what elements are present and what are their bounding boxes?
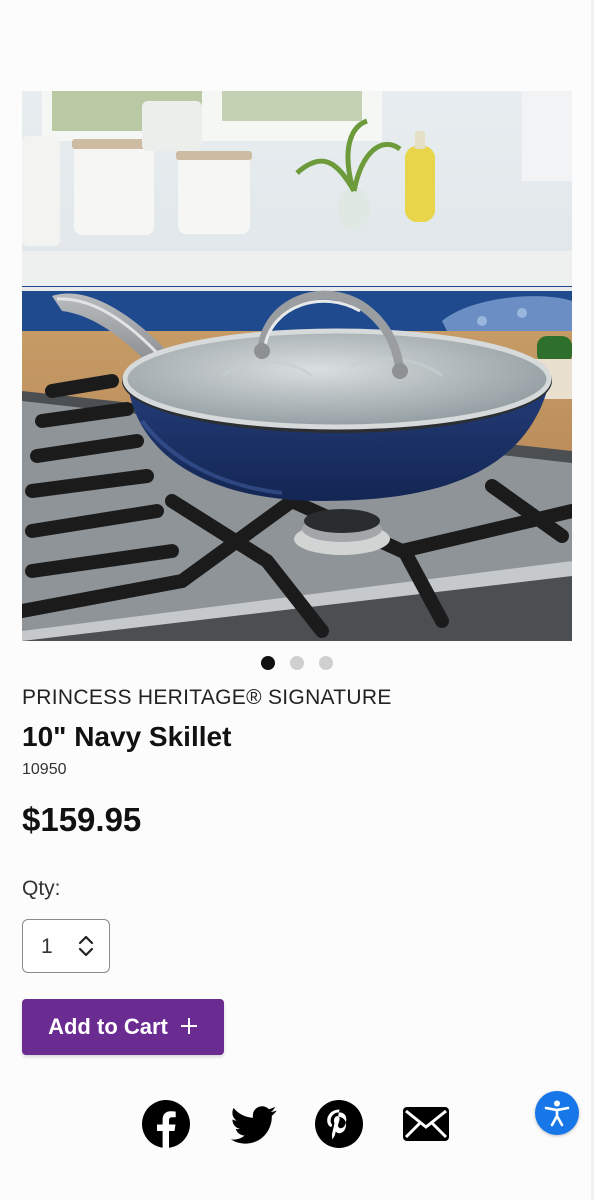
carousel-dot-3[interactable] xyxy=(319,656,333,670)
product-title: 10" Navy Skillet xyxy=(22,721,232,752)
image-carousel-dots xyxy=(0,656,594,670)
product-brand: PRINCESS HERITAGE® SIGNATURE xyxy=(22,686,392,709)
add-to-cart-button[interactable]: Add to Cart xyxy=(22,999,224,1055)
product-image[interactable] xyxy=(22,91,572,641)
quantity-value[interactable]: 1 xyxy=(41,935,53,959)
email-icon[interactable] xyxy=(401,1100,451,1153)
skillet-photo xyxy=(22,91,572,641)
chevron-up-down-icon[interactable] xyxy=(78,935,94,962)
facebook-icon[interactable] xyxy=(142,1100,190,1153)
quantity-stepper[interactable]: 1 xyxy=(22,919,110,973)
carousel-dot-2[interactable] xyxy=(290,656,304,670)
product-sku: 10950 xyxy=(22,761,67,778)
product-price: $159.95 xyxy=(22,801,142,838)
accessibility-icon[interactable] xyxy=(535,1091,579,1135)
carousel-dot-1[interactable] xyxy=(261,656,275,670)
add-to-cart-label: Add to Cart xyxy=(48,1014,168,1039)
quantity-label: Qty: xyxy=(22,877,61,900)
twitter-icon[interactable] xyxy=(229,1100,277,1153)
plus-icon xyxy=(180,1012,198,1040)
pinterest-icon[interactable] xyxy=(315,1100,363,1153)
